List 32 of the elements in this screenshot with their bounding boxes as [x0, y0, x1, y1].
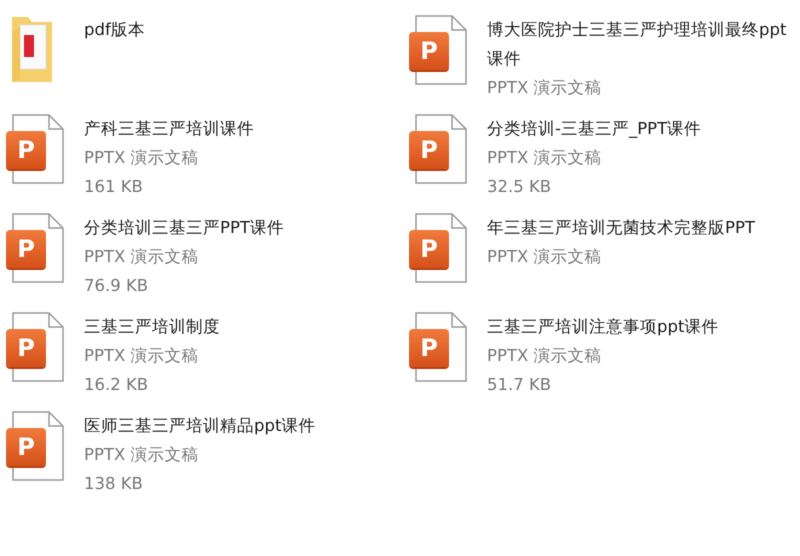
file-size: 51.7 KB: [487, 374, 552, 396]
file-type: PPTX 演示文稿: [487, 77, 603, 99]
file-size: 32.5 KB: [487, 176, 552, 198]
file-tile[interactable]: P 产科三基三严培训课件 PPTX 演示文稿 161 KB: [0, 112, 403, 211]
file-tile[interactable]: P 博大医院护士三基三严护理培训最终ppt课件 PPTX 演示文稿: [403, 13, 800, 112]
file-tile[interactable]: P 医师三基三严培训精品ppt课件 PPTX 演示文稿 138 KB: [0, 409, 403, 508]
file-name: 年三基三严培训无菌技术完整版PPT: [487, 217, 756, 239]
file-size: 161 KB: [84, 176, 144, 198]
file-name: 三基三严培训注意事项ppt课件: [487, 316, 720, 338]
file-tile[interactable]: P 年三基三严培训无菌技术完整版PPT PPTX 演示文稿: [403, 211, 800, 310]
file-size: 76.9 KB: [84, 275, 150, 297]
file-type: PPTX 演示文稿: [84, 444, 200, 466]
file-name: pdf版本: [84, 19, 146, 41]
file-tile[interactable]: P 分类培训-三基三严_PPT课件 PPTX 演示文稿 32.5 KB: [403, 112, 800, 211]
file-type: PPTX 演示文稿: [487, 345, 603, 367]
file-type: PPTX 演示文稿: [487, 147, 603, 169]
file-type: PPTX 演示文稿: [84, 246, 200, 268]
file-tile[interactable]: P 分类培训三基三严PPT课件 PPTX 演示文稿 76.9 KB: [0, 211, 403, 310]
file-name: 分类培训三基三严PPT课件: [84, 217, 285, 239]
file-tile[interactable]: P 三基三严培训制度 PPTX 演示文稿 16.2 KB: [0, 310, 403, 409]
file-type: PPTX 演示文稿: [487, 246, 603, 268]
file-name: 三基三严培训制度: [84, 316, 221, 338]
file-type: PPTX 演示文稿: [84, 147, 200, 169]
file-size: 138 KB: [84, 473, 144, 495]
file-size: 16.2 KB: [84, 374, 150, 396]
file-tile[interactable]: pdf版本: [0, 13, 403, 112]
file-name: 博大医院护士三基三严护理培训最终ppt课件: [487, 19, 787, 70]
file-type: PPTX 演示文稿: [84, 345, 200, 367]
file-name: 分类培训-三基三严_PPT课件: [487, 118, 702, 140]
file-name: 医师三基三严培训精品ppt课件: [84, 415, 316, 437]
file-tile[interactable]: P 三基三严培训注意事项ppt课件 PPTX 演示文稿 51.7 KB: [403, 310, 800, 409]
file-name: 产科三基三严培训课件: [84, 118, 255, 140]
